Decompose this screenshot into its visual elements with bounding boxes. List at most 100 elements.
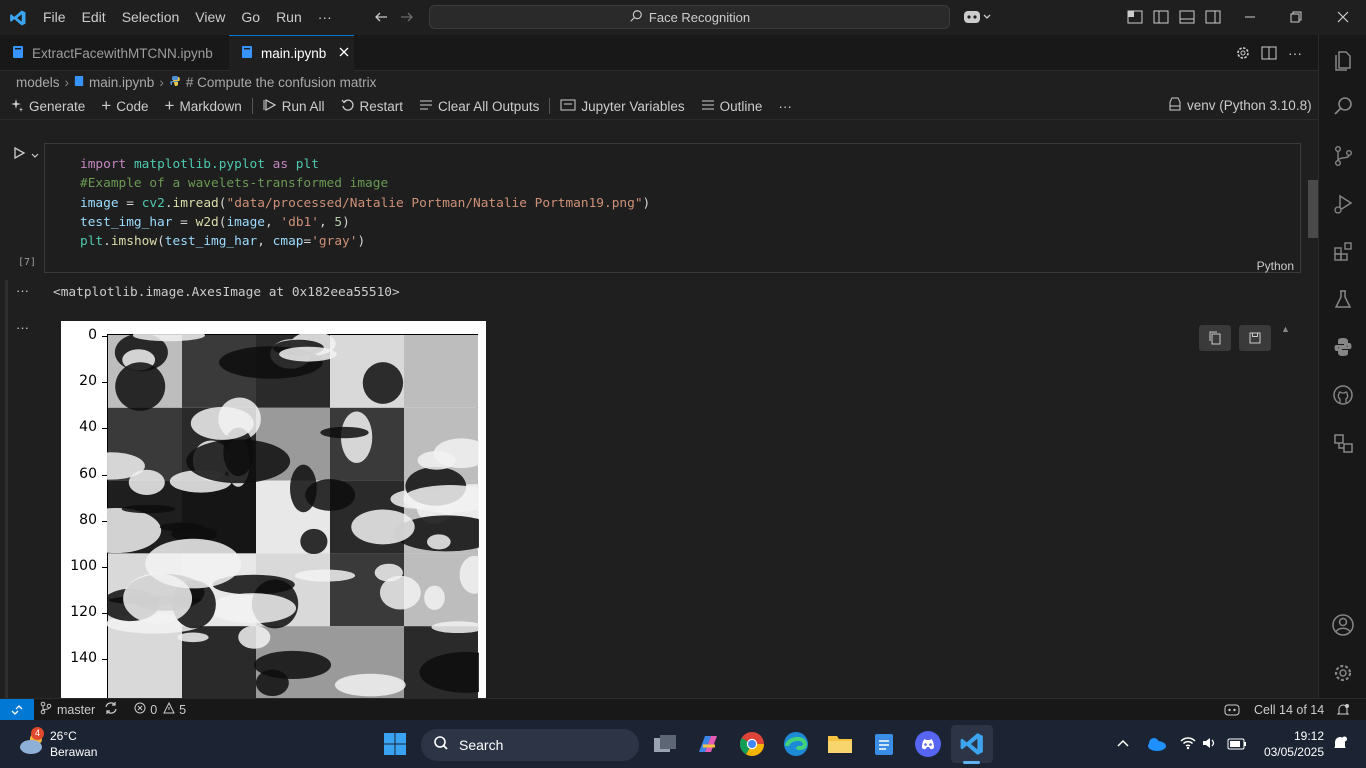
sync-icon[interactable] — [104, 701, 118, 718]
run-all-button[interactable]: Run All — [255, 98, 333, 115]
chevron-down-icon[interactable] — [30, 148, 40, 166]
menu-go[interactable]: Go — [233, 0, 268, 35]
add-markdown-button[interactable]: + Markdown — [157, 97, 250, 114]
taskbar-search[interactable]: Search — [421, 729, 639, 761]
output-more-button-2[interactable]: ··· — [16, 320, 29, 335]
account-icon[interactable] — [1331, 613, 1355, 637]
explorer-icon[interactable] — [1331, 48, 1355, 72]
toolbar-more-button[interactable]: ··· — [770, 99, 800, 114]
breadcrumb-folder[interactable]: models — [16, 75, 60, 90]
wifi-icon[interactable] — [1180, 736, 1196, 755]
tab-extractface[interactable]: ExtractFacewithMTCNN.ipynb — [0, 35, 228, 71]
github-icon[interactable] — [1331, 383, 1355, 407]
clock-time[interactable]: 19:12 — [1288, 729, 1324, 743]
y-tick-label: 0 — [88, 327, 97, 343]
edge-icon[interactable] — [781, 729, 811, 759]
copilot-status-icon[interactable] — [1224, 703, 1240, 720]
testing-flask-icon[interactable] — [1331, 287, 1355, 311]
split-editor-icon[interactable] — [1260, 44, 1278, 62]
breadcrumb: models › main.ipynb › # Compute the conf… — [0, 71, 1318, 93]
editor-scrollbar[interactable] — [1308, 180, 1318, 238]
vscode-app-icon[interactable] — [951, 725, 993, 763]
code-cell[interactable]: import matplotlib.pyplot as plt #Example… — [44, 143, 1301, 273]
scroll-up-caret-icon[interactable]: ▲ — [1281, 324, 1290, 334]
generate-button[interactable]: Generate — [0, 98, 93, 115]
problems-status[interactable]: 0 5 — [134, 701, 186, 717]
clear-all-outputs-button[interactable]: Clear All Outputs — [411, 98, 547, 115]
volume-icon[interactable] — [1202, 736, 1218, 755]
breadcrumb-cell[interactable]: # Compute the confusion matrix — [186, 75, 377, 90]
file-explorer-icon[interactable] — [825, 729, 855, 759]
copilot-app-icon[interactable] — [693, 729, 723, 759]
cell-position[interactable]: Cell 14 of 14 — [1254, 703, 1324, 717]
python-icon[interactable] — [1331, 335, 1355, 359]
search-text: Face Recognition — [648, 9, 751, 25]
notebook-file-icon — [74, 75, 84, 90]
cell-language-label[interactable]: Python — [1257, 259, 1294, 273]
save-output-icon[interactable] — [1239, 325, 1271, 351]
notifications-bell-icon[interactable] — [1336, 703, 1350, 720]
minimize-icon[interactable] — [1241, 9, 1259, 25]
onedrive-icon[interactable] — [1145, 736, 1167, 757]
kernel-picker[interactable]: venv (Python 3.10.8) — [1160, 97, 1320, 114]
kernel-label: venv (Python 3.10.8) — [1187, 98, 1312, 113]
chevron-right-icon: › — [64, 74, 70, 90]
forward-arrow-icon[interactable] — [398, 8, 416, 26]
show-hidden-icons-chevron-icon[interactable] — [1116, 737, 1130, 756]
close-window-icon[interactable] — [1334, 9, 1352, 25]
jupyter-variables-button[interactable]: Jupyter Variables — [552, 99, 692, 114]
toggle-primary-sidebar-icon[interactable] — [1152, 9, 1170, 25]
run-all-label: Run All — [281, 98, 325, 114]
source-control-icon[interactable] — [1331, 144, 1355, 168]
back-arrow-icon[interactable] — [372, 8, 390, 26]
menu-view[interactable]: View — [187, 0, 233, 35]
weather-widget[interactable]: 4 26°C Berawan — [18, 727, 118, 763]
run-debug-icon[interactable] — [1331, 192, 1355, 216]
image-blob — [351, 509, 415, 545]
output-more-button[interactable]: ··· — [16, 283, 29, 298]
chrome-icon[interactable] — [737, 729, 767, 759]
clock-date[interactable]: 03/05/2025 — [1258, 745, 1324, 759]
toggle-panel-layout-icon[interactable] — [1126, 9, 1144, 25]
close-tab-icon[interactable] — [338, 46, 350, 61]
run-cell-icon[interactable] — [12, 146, 26, 165]
search-icon[interactable] — [1331, 94, 1355, 118]
extensions-icon[interactable] — [1331, 239, 1355, 263]
menu-selection[interactable]: Selection — [114, 0, 188, 35]
remote-indicator[interactable] — [0, 698, 34, 721]
outline-label: Outline — [719, 98, 763, 114]
tab-main[interactable]: main.ipynb — [229, 35, 354, 71]
breadcrumb-file[interactable]: main.ipynb — [89, 75, 154, 90]
menu-more[interactable]: ··· — [310, 0, 340, 35]
windows-start-icon[interactable] — [383, 732, 407, 761]
notepad-icon[interactable] — [869, 729, 899, 759]
discord-icon[interactable] — [913, 729, 943, 759]
task-view-icon[interactable] — [650, 729, 680, 759]
image-blob — [427, 534, 451, 550]
toggle-secondary-sidebar-icon[interactable] — [1204, 9, 1222, 25]
battery-icon[interactable] — [1227, 737, 1247, 755]
manage-gear-icon[interactable] — [1331, 661, 1355, 685]
outline-icon — [701, 99, 715, 114]
menu-edit[interactable]: Edit — [74, 0, 114, 35]
markdown-label: Markdown — [179, 98, 242, 114]
title-bar: File Edit Selection View Go Run ··· Face… — [0, 0, 1366, 35]
add-code-button[interactable]: + Code — [93, 97, 156, 114]
notification-center-icon[interactable] — [1332, 735, 1348, 758]
menu-file[interactable]: File — [35, 0, 74, 35]
remote-explorer-icon[interactable] — [1331, 431, 1355, 455]
gear-icon[interactable] — [1234, 44, 1252, 62]
outline-button[interactable]: Outline — [693, 99, 771, 114]
y-tick-label: 40 — [79, 419, 97, 436]
command-center-search[interactable]: Face Recognition — [429, 5, 950, 29]
more-actions-icon[interactable]: ··· — [1286, 44, 1304, 62]
copilot-icon[interactable] — [960, 7, 994, 27]
search-icon — [433, 735, 449, 756]
copy-output-icon[interactable] — [1199, 325, 1231, 351]
restart-button[interactable]: Restart — [333, 98, 412, 115]
error-count: 0 — [150, 702, 158, 717]
branch-status[interactable]: master — [40, 701, 118, 718]
toggle-panel-icon[interactable] — [1178, 9, 1196, 25]
menu-run[interactable]: Run — [268, 0, 310, 35]
restore-icon[interactable] — [1287, 9, 1305, 25]
